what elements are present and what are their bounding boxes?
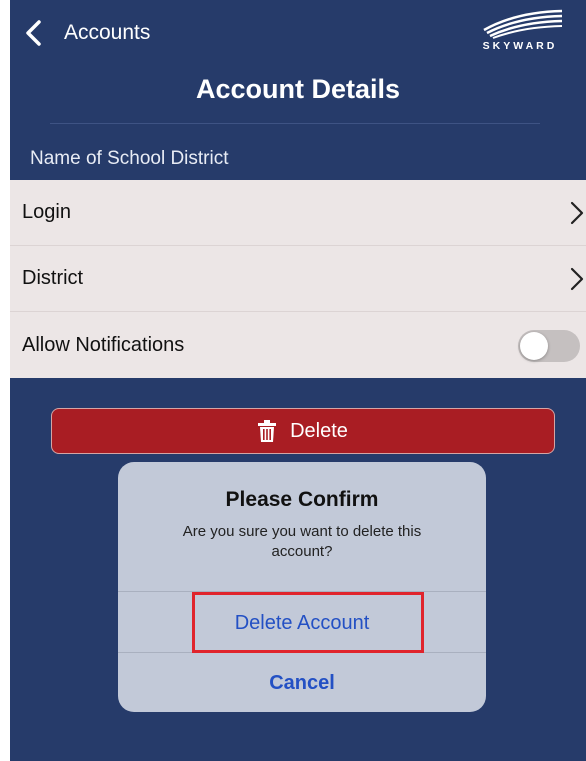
allow-notifications-label: Allow Notifications — [22, 333, 185, 356]
back-label: Accounts — [64, 21, 151, 44]
notifications-toggle[interactable] — [518, 330, 580, 362]
settings-list: Login District Allow Notifications — [10, 180, 586, 378]
allow-notifications-row: Allow Notifications — [10, 312, 586, 378]
delete-button[interactable]: Delete — [51, 408, 555, 454]
login-label: Login — [22, 201, 71, 223]
app-screen: Accounts SKYWARD Account Details Name of… — [10, 0, 586, 761]
dialog-message: Are you sure you want to delete this acc… — [182, 523, 422, 560]
login-row[interactable]: Login — [10, 180, 586, 246]
svg-text:SKYWARD: SKYWARD — [483, 40, 558, 52]
delete-label: Delete — [290, 419, 348, 442]
page-title: Account Details — [195, 74, 401, 104]
cancel-button[interactable]: Cancel — [118, 672, 486, 695]
chevron-left-icon — [26, 20, 41, 46]
header-divider — [50, 123, 540, 124]
school-district-label: Name of School District — [30, 148, 229, 169]
skyward-logo: SKYWARD — [483, 9, 563, 52]
highlight-box — [192, 592, 424, 653]
back-button[interactable]: Accounts — [24, 16, 150, 50]
district-label: District — [22, 267, 84, 289]
chevron-right-icon — [570, 201, 584, 225]
chevron-right-icon — [570, 267, 584, 291]
dialog-title: Please Confirm — [225, 488, 379, 511]
confirm-dialog: Please Confirm Are you sure you want to … — [118, 462, 486, 712]
toggle-knob — [520, 332, 548, 360]
header: Accounts SKYWARD Account Details — [10, 0, 586, 130]
trash-icon — [258, 420, 277, 442]
district-row[interactable]: District — [10, 246, 586, 312]
